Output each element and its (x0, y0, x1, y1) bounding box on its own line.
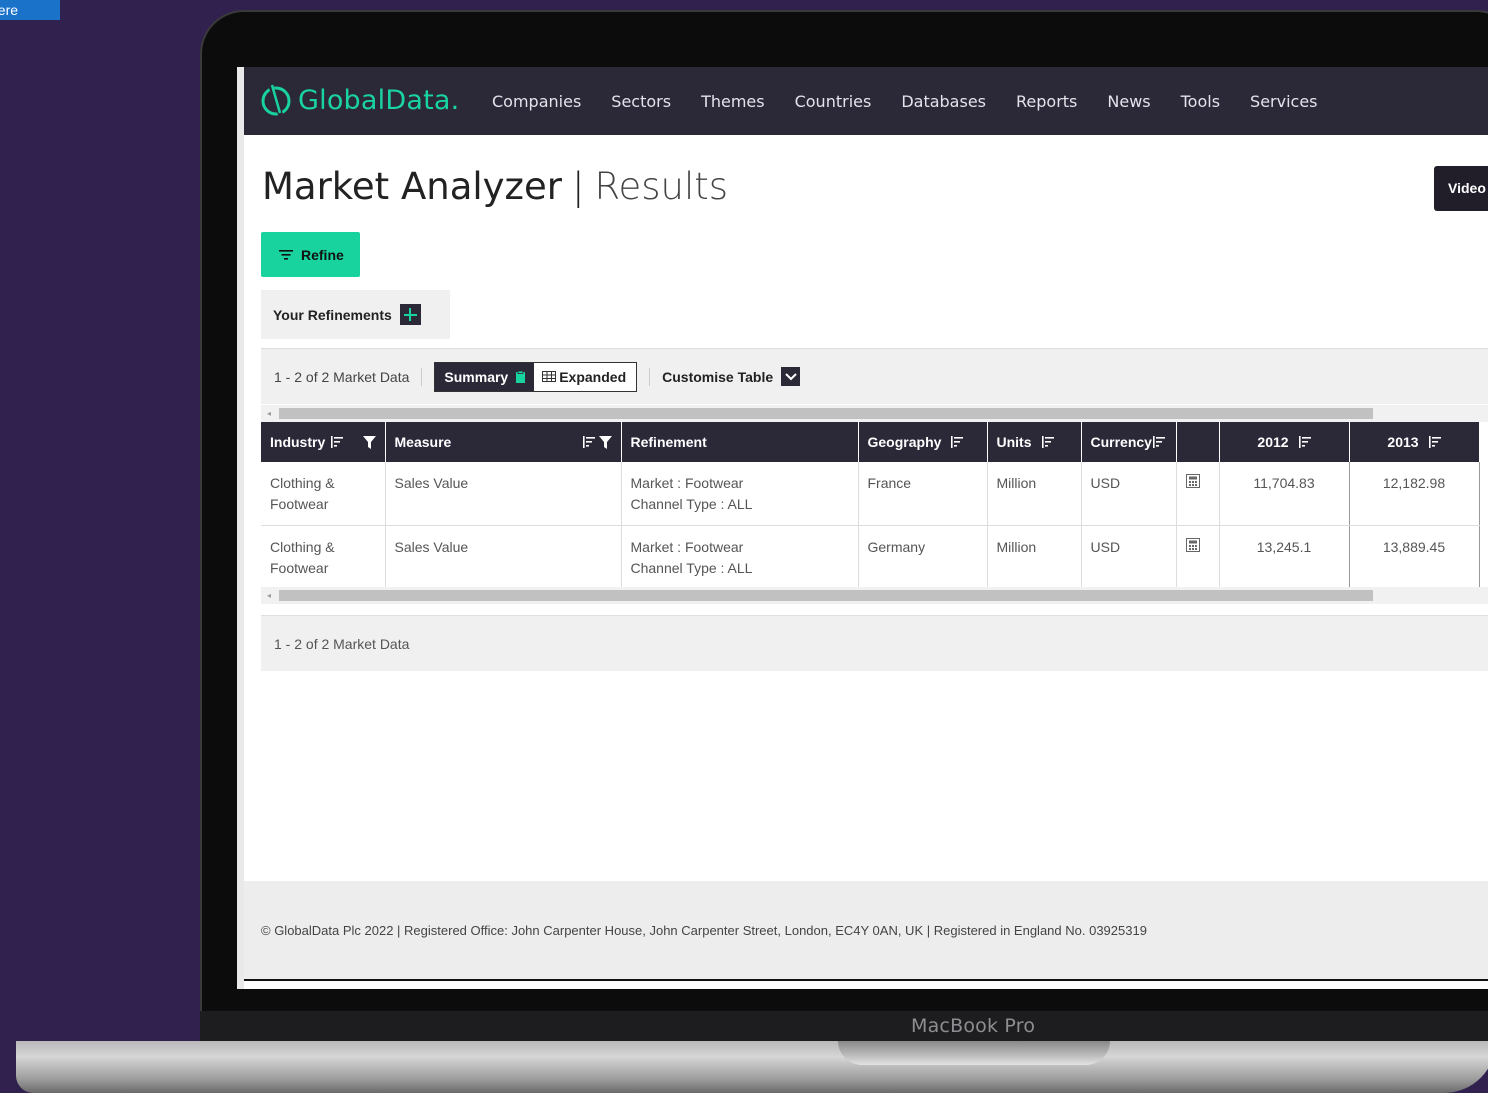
cell-2013: 13,889.45 (1349, 525, 1480, 589)
scroll-left-arrow-icon[interactable]: ◂ (267, 409, 271, 418)
view-toggle: Summary Expanded (434, 361, 638, 392)
nav-tools[interactable]: Tools (1181, 92, 1220, 111)
sort-icon[interactable] (331, 436, 344, 448)
cell-refinement: Market : Footwear Channel Type : ALL (621, 525, 859, 589)
results-count: 1 - 2 of 2 Market Data (274, 368, 410, 385)
your-refinements[interactable]: Your Refinements (261, 290, 450, 339)
cell-currency: USD (1081, 525, 1177, 589)
refine-button[interactable]: Refine (261, 232, 360, 277)
col-refinement[interactable]: Refinement (621, 422, 859, 462)
nav-databases[interactable]: Databases (901, 92, 986, 111)
nav-reports[interactable]: Reports (1016, 92, 1077, 111)
laptop-chin (200, 1011, 1488, 1041)
video-button[interactable]: Video (1434, 166, 1488, 211)
nav-sectors[interactable]: Sectors (611, 92, 671, 111)
top-navigation: GlobalData. Companies Sectors Themes Cou… (244, 67, 1488, 135)
refinement-market: Market : Footwear (630, 538, 744, 555)
results-count-footer: 1 - 2 of 2 Market Data (261, 615, 1488, 671)
sort-icon[interactable] (951, 436, 964, 448)
table-row: Clothing & Footwear Sales Value Market :… (261, 525, 1480, 589)
nav-companies[interactable]: Companies (492, 92, 581, 111)
logo-text: GlobalData. (298, 84, 460, 116)
summary-view-button[interactable]: Summary (435, 362, 535, 391)
summary-label: Summary (444, 368, 509, 385)
filter-icon[interactable] (598, 435, 612, 449)
calculator-icon[interactable] (1185, 537, 1200, 552)
cell-geography: Germany (858, 525, 988, 589)
col-measure[interactable]: Measure (385, 422, 622, 462)
scroll-left-arrow-icon[interactable]: ◂ (267, 591, 271, 600)
scrollbar-thumb[interactable] (279, 408, 1373, 419)
title-separator: | (571, 165, 585, 208)
page-footer: © GlobalData Plc 2022 | Registered Offic… (244, 881, 1488, 981)
globaldata-logo[interactable]: GlobalData. (260, 83, 459, 117)
horizontal-scrollbar-top[interactable]: ◂ (261, 405, 1488, 422)
cell-geography: France (858, 462, 988, 526)
page-title: Market Analyzer | Results (262, 165, 728, 208)
refine-label: Refine (301, 246, 344, 263)
cell-2012: 11,704.83 (1219, 462, 1350, 526)
customise-label: Customise Table (662, 368, 774, 385)
sort-icon[interactable] (1428, 436, 1441, 448)
customise-table-button[interactable]: Customise Table (662, 367, 801, 386)
nav-countries[interactable]: Countries (795, 92, 872, 111)
nav-services[interactable]: Services (1250, 92, 1317, 111)
add-refinement-icon[interactable] (399, 304, 421, 325)
skip-link[interactable]: here (0, 0, 60, 20)
results-toolbar: 1 - 2 of 2 Market Data Summary Expanded (261, 348, 1488, 404)
refinement-market: Market : Footwear (630, 475, 744, 491)
divider (421, 367, 423, 386)
main-nav: Companies Sectors Themes Countries Datab… (492, 67, 1348, 135)
sort-icon[interactable] (1298, 436, 1311, 448)
cell-measure: Sales Value (385, 462, 622, 526)
market-data-table: Industry Measure Refinement Geography Un… (261, 422, 1480, 589)
refinement-channel: Channel Type : ALL (630, 496, 753, 512)
filter-lines-icon (279, 249, 293, 260)
chevron-down-icon (781, 367, 801, 386)
nav-themes[interactable]: Themes (701, 92, 765, 111)
filter-icon[interactable] (362, 435, 376, 449)
expanded-label: Expanded (559, 368, 627, 385)
cell-actions (1176, 462, 1220, 526)
col-industry[interactable]: Industry (261, 422, 386, 462)
page-subtitle: Results (594, 165, 729, 208)
expanded-view-button[interactable]: Expanded (534, 363, 636, 391)
col-actions (1176, 422, 1220, 462)
divider (649, 367, 651, 386)
cell-refinement: Market : Footwear Channel Type : ALL (621, 462, 859, 526)
scrollbar-thumb[interactable] (279, 590, 1373, 601)
sort-icon[interactable] (1152, 436, 1165, 448)
refinements-label: Your Refinements (273, 306, 392, 323)
table-row: Clothing & Footwear Sales Value Market :… (261, 462, 1480, 526)
browser-screen: GlobalData. Companies Sectors Themes Cou… (237, 67, 1488, 989)
sort-icon[interactable] (1041, 436, 1054, 448)
nav-news[interactable]: News (1107, 92, 1150, 111)
cell-measure: Sales Value (385, 525, 622, 589)
cell-units: Million (987, 462, 1082, 526)
cell-industry: Clothing & Footwear (261, 525, 386, 589)
cell-2013: 12,182.98 (1349, 462, 1480, 526)
col-2013[interactable]: 2013 (1349, 422, 1480, 462)
sort-icon[interactable] (582, 436, 595, 448)
laptop-notch (838, 1041, 1110, 1065)
horizontal-scrollbar-bottom[interactable]: ◂ (261, 587, 1488, 604)
cell-units: Million (987, 525, 1082, 589)
col-units[interactable]: Units (987, 422, 1082, 462)
laptop-base (16, 1041, 1488, 1093)
cell-actions (1176, 525, 1220, 589)
clipboard-icon (516, 370, 526, 383)
col-geography[interactable]: Geography (858, 422, 988, 462)
page-title-main: Market Analyzer (262, 165, 562, 208)
table-header-row: Industry Measure Refinement Geography Un… (261, 422, 1480, 462)
grid-icon (542, 371, 557, 382)
cell-currency: USD (1081, 462, 1177, 526)
col-2012[interactable]: 2012 (1219, 422, 1350, 462)
col-currency[interactable]: Currency (1081, 422, 1177, 462)
cell-2012: 13,245.1 (1219, 525, 1350, 589)
calculator-icon[interactable] (1185, 474, 1200, 488)
device-label: MacBook Pro (911, 1015, 1036, 1037)
logo-mark-icon (261, 84, 291, 117)
cell-industry: Clothing & Footwear (261, 462, 386, 526)
refinement-channel: Channel Type : ALL (630, 559, 753, 576)
